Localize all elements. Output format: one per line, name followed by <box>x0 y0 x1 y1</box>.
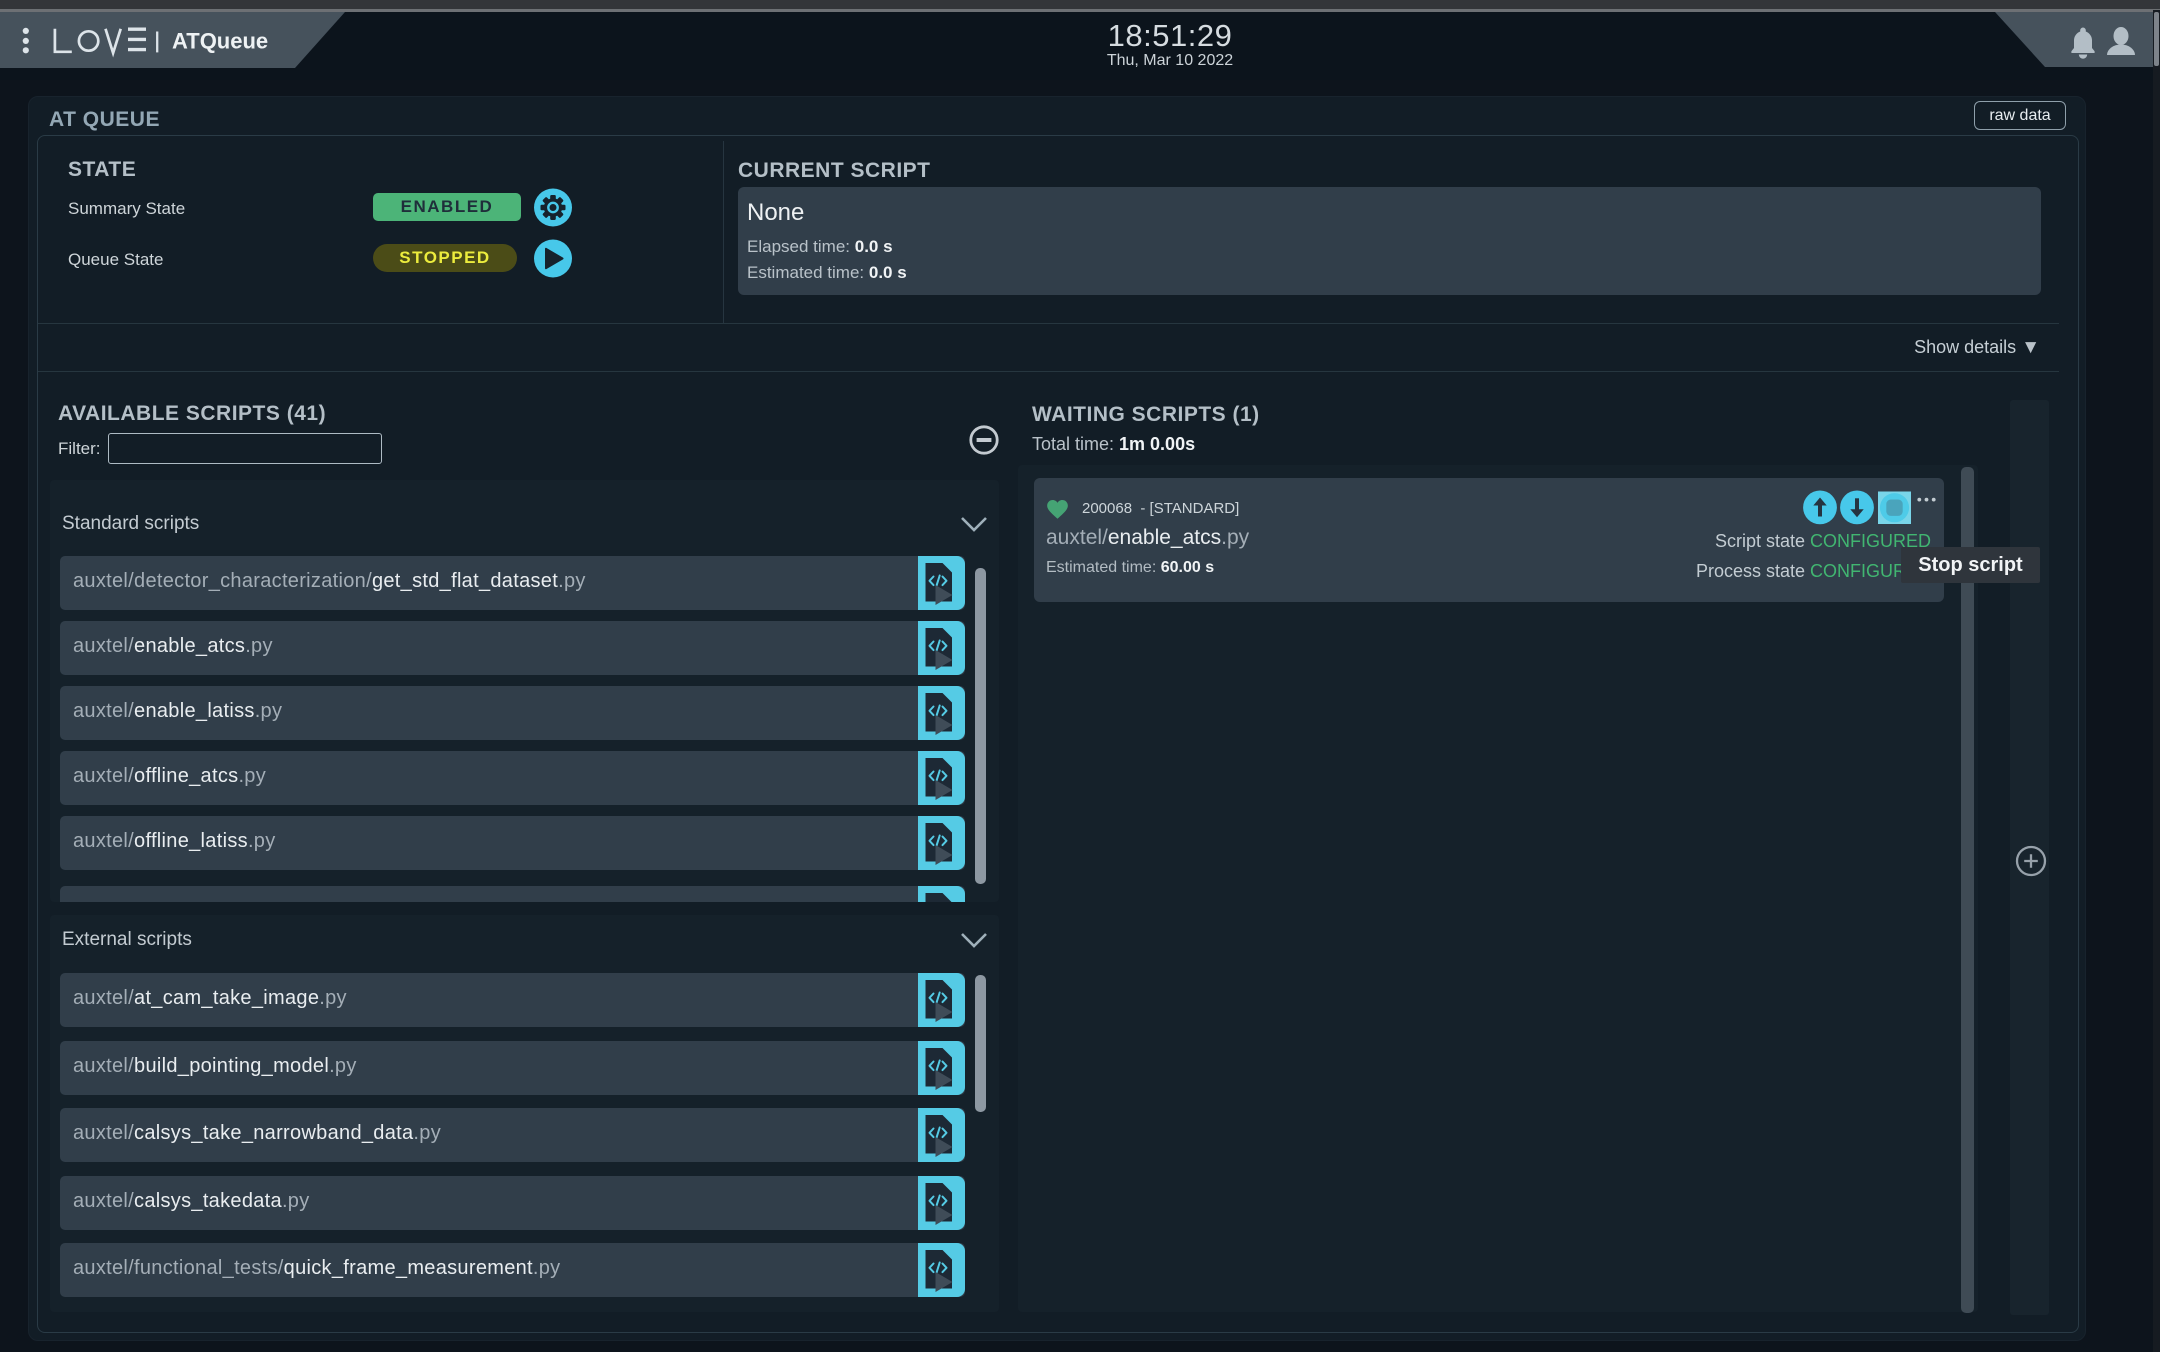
svg-text:ATQueue: ATQueue <box>172 29 268 54</box>
